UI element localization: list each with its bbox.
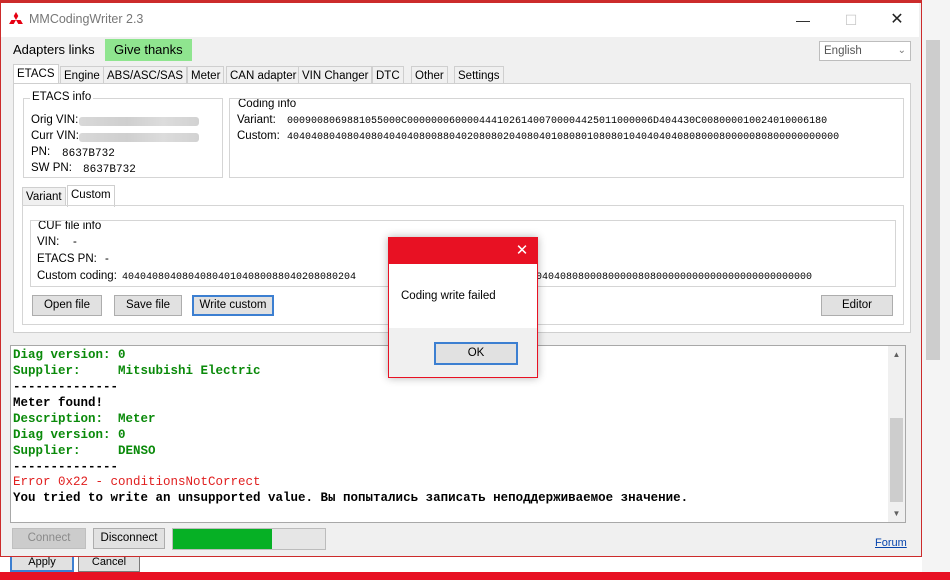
log-line: Meter found! [13, 396, 104, 410]
tab-other[interactable]: Other [411, 66, 448, 84]
cuf-custom-coding-value-left: 404040804080408040104080088040208080204 [122, 272, 357, 283]
cuf-vin-label: VIN: [37, 236, 60, 248]
background-scrollbar[interactable] [926, 40, 940, 360]
variant-label: Variant: [237, 114, 276, 126]
mitsubishi-logo-icon [9, 12, 23, 24]
tab-vin-changer[interactable]: VIN Changer [298, 66, 373, 84]
language-select[interactable]: English ⌄ [819, 41, 911, 61]
log-line: Diag version: 0 [13, 428, 126, 442]
save-file-button[interactable]: Save file [114, 295, 182, 316]
title-bar: MMCodingWriter 2.3 — ☐ ✕ [1, 3, 919, 37]
orig-vin-label: Orig VIN: [31, 114, 79, 126]
window-title: MMCodingWriter 2.3 [29, 12, 144, 26]
progress-fill [173, 529, 272, 549]
maximize-icon[interactable]: ☐ [836, 9, 866, 31]
custom-coding-value: 4040408040804080404040800880402080802040… [287, 132, 840, 143]
dialog-title-bar: ✕ [389, 238, 537, 264]
pn-label: PN: [31, 146, 51, 158]
close-icon[interactable]: ✕ [882, 9, 912, 31]
log-line: Description: Meter [13, 412, 156, 426]
orig-vin-value-blurred [79, 117, 199, 126]
tab-can-adapter[interactable]: CAN adapter [226, 66, 301, 84]
write-custom-button[interactable]: Write custom [192, 295, 274, 316]
bottom-border [0, 572, 950, 580]
cuf-custom-coding-label: Custom coding: [37, 270, 117, 282]
connect-button[interactable]: Connect [12, 528, 86, 549]
tab-meter[interactable]: Meter [187, 66, 225, 84]
cuf-vin-value: - [73, 236, 77, 248]
etacs-info-group: ETACS info Orig VIN: Curr VIN: PN: 8637B… [23, 91, 223, 178]
chevron-down-icon: ⌄ [897, 45, 906, 56]
log-line: Diag version: 0 [13, 348, 126, 362]
cuf-file-info-title: CUF file info [36, 220, 104, 232]
scroll-up-icon[interactable]: ▲ [888, 346, 905, 363]
scroll-thumb[interactable] [890, 418, 903, 502]
ok-button[interactable]: OK [434, 342, 518, 365]
subtab-custom[interactable]: Custom [67, 185, 115, 207]
curr-vin-label: Curr VIN: [31, 130, 79, 142]
etacs-info-title: ETACS info [30, 91, 94, 103]
log-line: Supplier: DENSO [13, 444, 156, 458]
tab-engine[interactable]: Engine [60, 66, 104, 84]
log-line: Supplier: Mitsubishi Electric [13, 364, 261, 378]
tab-etacs[interactable]: ETACS [13, 64, 59, 85]
sw-pn-label: SW PN: [31, 162, 72, 174]
language-value: English [824, 45, 862, 57]
cuf-etacs-pn-label: ETACS PN: [37, 253, 97, 265]
custom-label: Custom: [237, 130, 280, 142]
adapters-links-menu[interactable]: Adapters links [9, 39, 99, 61]
open-file-button[interactable]: Open file [32, 295, 102, 316]
scroll-down-icon[interactable]: ▼ [888, 505, 905, 522]
progress-bar [172, 528, 326, 550]
dialog-message: Coding write failed [401, 290, 496, 302]
disconnect-button[interactable]: Disconnect [93, 528, 165, 549]
error-dialog: ✕ Coding write failed OK [388, 237, 538, 378]
editor-button[interactable]: Editor [821, 295, 893, 316]
log-scrollbar[interactable]: ▲ ▼ [888, 346, 905, 522]
variant-coding-value: 0009008069881055000C00000006000044410261… [287, 116, 828, 127]
tab-settings[interactable]: Settings [454, 66, 504, 84]
coding-info-title: Coding info [236, 98, 299, 110]
sw-pn-value: 8637B732 [83, 164, 136, 176]
cuf-custom-coding-value-right: 0404080800080000080800000000000000000000… [536, 272, 813, 283]
tab-abs-asc-sas[interactable]: ABS/ASC/SAS [103, 66, 188, 84]
log-line: You tried to write an unsupported value.… [13, 491, 689, 505]
subtab-variant[interactable]: Variant [22, 187, 66, 206]
give-thanks-menu[interactable]: Give thanks [105, 39, 192, 61]
dialog-footer: OK [389, 328, 537, 377]
cuf-etacs-pn-value: - [105, 253, 109, 265]
log-line: -------------- [13, 380, 119, 394]
dialog-close-icon[interactable]: ✕ [509, 241, 535, 261]
curr-vin-value-blurred [79, 133, 199, 142]
log-line-error: Error 0x22 - conditionsNotCorrect [13, 475, 261, 489]
coding-info-group: Coding info Variant: 0009008069881055000… [229, 98, 904, 178]
tab-dtc[interactable]: DTC [372, 66, 404, 84]
log-line: -------------- [13, 460, 119, 474]
pn-value: 8637B732 [62, 148, 115, 160]
forum-link[interactable]: Forum [875, 537, 907, 549]
minimize-icon[interactable]: — [788, 9, 818, 31]
